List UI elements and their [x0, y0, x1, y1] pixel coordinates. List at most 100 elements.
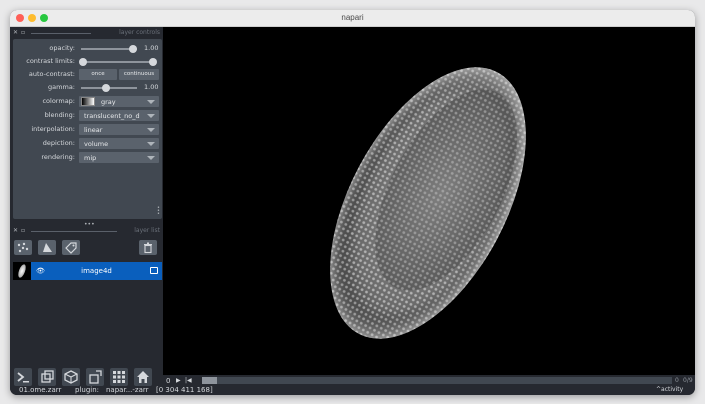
label-tag-icon: [65, 242, 77, 254]
embryo-image: [330, 67, 526, 339]
rendering-row: rendering: mip: [13, 151, 162, 164]
terminal-icon: [17, 372, 29, 383]
layer-list-dock-header: ✕ ▫ layer list: [13, 227, 162, 236]
opacity-row: opacity: 1.00: [13, 42, 162, 55]
interpolation-value: linear: [84, 126, 103, 134]
interpolation-dropdown[interactable]: linear: [79, 124, 159, 135]
gamma-slider-handle[interactable]: [102, 84, 110, 92]
status-bar: 01.ome.zarr plugin: napar...-zarr [0 304…: [10, 386, 695, 395]
layer-controls-dock-header: ✕ ▫ layer controls: [13, 29, 162, 38]
dims-slider-bar: 0 ▶ |◀ 0 0/9: [163, 375, 695, 386]
transpose-button[interactable]: [86, 368, 104, 386]
opacity-value[interactable]: 1.00: [144, 44, 158, 52]
left-dock: ✕ ▫ layer controls opacity: 1.00 contras…: [10, 27, 163, 386]
chevron-down-icon: [147, 156, 155, 160]
dims-slider-track[interactable]: [202, 377, 672, 384]
blending-value: translucent_no_depth: [84, 112, 140, 120]
depiction-dropdown[interactable]: volume: [79, 138, 159, 149]
blending-label: blending:: [44, 111, 75, 119]
dims-index[interactable]: 0: [675, 377, 679, 384]
auto-contrast-continuous-button[interactable]: continuous: [119, 69, 159, 80]
grid-view-button[interactable]: [110, 368, 128, 386]
shapes-icon: [43, 243, 52, 252]
console-button[interactable]: [14, 368, 32, 386]
auto-contrast-row: auto-contrast: once continuous: [13, 68, 162, 81]
dims-current-value: 0: [166, 377, 171, 385]
layers-stack-icon: [41, 370, 54, 383]
layer-controls-title: layer controls: [119, 29, 160, 36]
blending-row: blending: translucent_no_depth: [13, 109, 162, 122]
contrast-limits-slider[interactable]: [81, 61, 155, 63]
play-icon[interactable]: ▶: [176, 377, 181, 384]
step-back-icon[interactable]: |◀: [185, 377, 192, 384]
chevron-down-icon: [147, 142, 155, 146]
gamma-label: gamma:: [48, 83, 75, 91]
opacity-label: opacity:: [49, 44, 75, 52]
trash-icon: [144, 242, 152, 254]
activity-label: activity: [661, 386, 684, 393]
rendering-dropdown[interactable]: mip: [79, 152, 159, 163]
napari-window: napari ✕ ▫ layer controls opacity: 1.00 …: [10, 10, 695, 395]
close-dock-icon[interactable]: ✕: [13, 227, 18, 234]
status-coords: [0 304 411 168]: [156, 386, 213, 394]
dims-max: 0/9: [683, 377, 693, 384]
roll-dims-button[interactable]: [62, 368, 80, 386]
cube-icon: [64, 370, 78, 384]
gamma-value[interactable]: 1.00: [144, 83, 158, 91]
new-points-layer-button[interactable]: [14, 240, 32, 255]
chevron-down-icon: [147, 114, 155, 118]
colormap-row: colormap: gray: [13, 95, 162, 108]
home-button[interactable]: [134, 368, 152, 386]
dock-grip[interactable]: [31, 231, 117, 232]
status-plugin-value: napar...-zarr: [106, 386, 149, 394]
chevron-down-icon: [147, 128, 155, 132]
depiction-row: depiction: volume: [13, 137, 162, 150]
auto-contrast-once-button[interactable]: once: [79, 69, 117, 80]
rendering-value: mip: [84, 154, 97, 162]
contrast-min-handle[interactable]: [79, 58, 87, 66]
delete-layer-button[interactable]: [139, 240, 157, 255]
status-plugin-label: plugin:: [75, 386, 100, 394]
close-dock-icon[interactable]: ✕: [13, 29, 18, 36]
home-icon: [137, 371, 149, 383]
blending-dropdown[interactable]: translucent_no_depth: [79, 110, 159, 121]
float-dock-icon[interactable]: ▫: [21, 227, 25, 234]
dims-slider-handle[interactable]: [202, 377, 217, 384]
interpolation-label: interpolation:: [31, 125, 75, 133]
window-title: napari: [341, 13, 364, 22]
contrast-limits-row: contrast limits:: [13, 55, 162, 68]
contrast-max-handle[interactable]: [149, 58, 157, 66]
layer-list-title: layer list: [134, 227, 160, 234]
transpose-icon: [89, 370, 102, 384]
points-icon: [17, 242, 29, 253]
depiction-label: depiction:: [42, 139, 75, 147]
colormap-swatch: [81, 97, 95, 106]
contrast-limits-label: contrast limits:: [26, 57, 75, 65]
interpolation-row: interpolation: linear: [13, 123, 162, 136]
depiction-value: volume: [84, 140, 109, 148]
opacity-slider-handle[interactable]: [129, 45, 137, 53]
layer-list-item[interactable]: 👁 image4d: [13, 262, 162, 280]
title-bar: napari: [10, 10, 695, 27]
image-layer-icon: [150, 267, 158, 274]
chevron-down-icon: [147, 100, 155, 104]
auto-contrast-label: auto-contrast:: [28, 70, 75, 78]
colormap-dropdown[interactable]: gray: [79, 96, 159, 107]
layer-item-selected[interactable]: 👁 image4d: [31, 262, 162, 280]
ndisplay-button[interactable]: [38, 368, 56, 386]
colormap-value: gray: [101, 98, 116, 106]
rendering-label: rendering:: [41, 153, 75, 161]
new-shapes-layer-button[interactable]: [38, 240, 56, 255]
new-labels-layer-button[interactable]: [62, 240, 80, 255]
layer-controls-panel: opacity: 1.00 contrast limits: auto-cont…: [13, 39, 162, 219]
vertical-splitter-handle[interactable]: • • •: [157, 206, 160, 217]
colormap-label: colormap:: [42, 97, 75, 105]
layer-thumbnail: [13, 262, 31, 280]
gamma-row: gamma: 1.00: [13, 81, 162, 94]
grid-icon: [113, 371, 125, 383]
viewer-canvas[interactable]: [163, 27, 695, 375]
dock-grip[interactable]: [31, 33, 91, 34]
layer-name[interactable]: image4d: [31, 267, 162, 275]
float-dock-icon[interactable]: ▫: [21, 29, 25, 36]
activity-button[interactable]: ^activity: [656, 386, 683, 393]
